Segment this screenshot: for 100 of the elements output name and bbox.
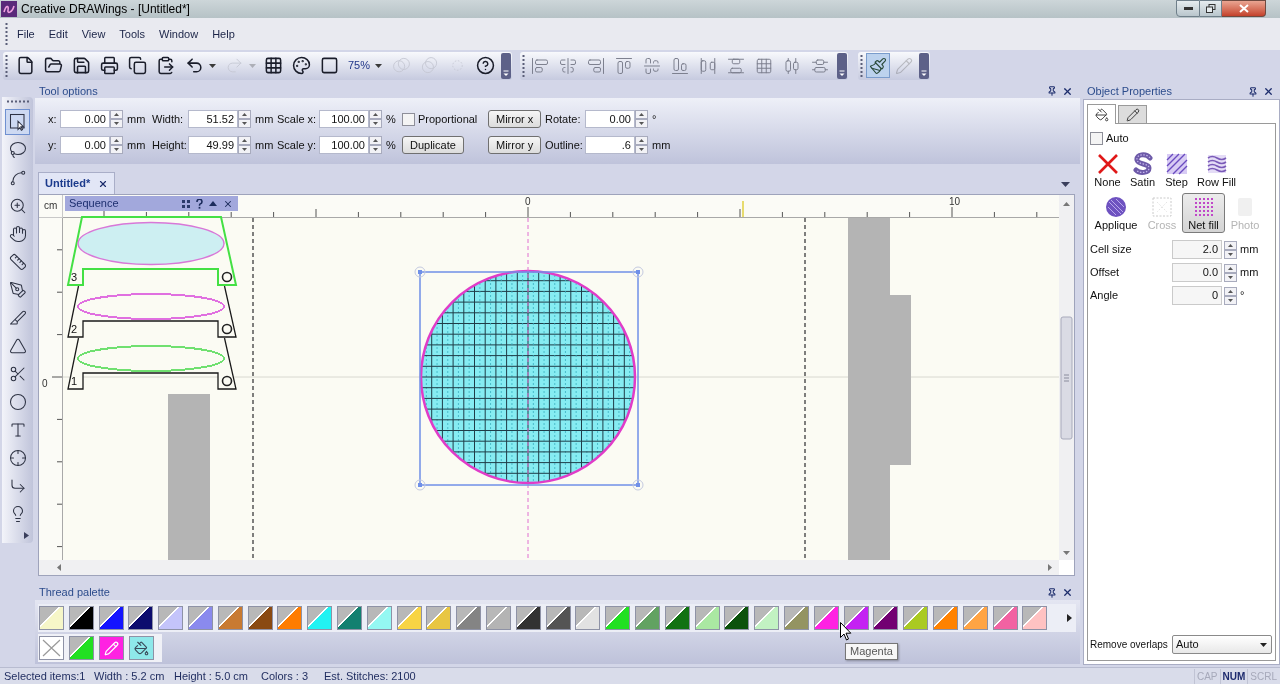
align-top-icon[interactable] [615, 56, 633, 75]
number-field[interactable]: 0.00 [60, 136, 110, 154]
menu-item[interactable]: Tools [112, 25, 153, 43]
panel-tab[interactable] [1118, 105, 1147, 123]
spin-buttons-icon[interactable] [1224, 263, 1237, 282]
option-button[interactable]: Duplicate [402, 136, 464, 154]
close-icon[interactable] [1062, 587, 1073, 598]
fill-type-button[interactable]: Satin [1125, 150, 1160, 190]
fill-type-button[interactable]: Applique [1090, 193, 1142, 233]
menu-item[interactable]: File [10, 25, 42, 43]
spin-buttons-icon[interactable] [369, 110, 382, 128]
number-field[interactable]: 0.00 [60, 110, 110, 128]
number-field[interactable]: 2.0 [1172, 240, 1222, 259]
distribute-horizontal-icon[interactable] [783, 56, 801, 75]
color-swatch-icon[interactable] [1022, 606, 1048, 630]
color-swatch-icon[interactable] [962, 606, 988, 630]
number-field[interactable]: 100.00 [319, 110, 369, 128]
number-field[interactable]: 51.52 [188, 110, 238, 128]
color-swatch-icon[interactable] [664, 606, 690, 630]
grip-icon[interactable] [860, 54, 863, 77]
close-icon[interactable] [223, 198, 233, 209]
color-swatch-icon[interactable] [188, 606, 213, 630]
menu-item[interactable]: Help [205, 25, 242, 43]
checkbox[interactable] [1090, 131, 1103, 145]
dropdown[interactable]: Auto [1172, 635, 1272, 654]
align-bottom-icon[interactable] [671, 56, 689, 75]
circle-icon[interactable] [221, 323, 233, 335]
close-button[interactable] [1222, 0, 1266, 17]
expand-arrow-icon[interactable] [24, 532, 29, 539]
collapse-arrow-icon[interactable] [209, 201, 217, 206]
toolbar-overflow-icon[interactable] [919, 52, 929, 79]
distribute-vertical-icon[interactable] [811, 56, 829, 75]
color-swatch-icon[interactable] [783, 606, 809, 630]
grip-icon[interactable] [5, 54, 8, 77]
pin-icon[interactable] [1248, 86, 1258, 97]
color-swatch-icon[interactable] [98, 606, 124, 630]
color-swatch-icon[interactable] [605, 606, 631, 630]
number-field[interactable]: 49.99 [188, 136, 238, 154]
spin-buttons-icon[interactable] [238, 110, 251, 128]
menu-item[interactable]: Edit [41, 25, 75, 43]
brush-button[interactable] [866, 53, 890, 78]
spin-buttons-icon[interactable] [1224, 286, 1237, 305]
toolbar-overflow-icon[interactable] [837, 52, 847, 79]
color-swatch-icon[interactable] [515, 606, 541, 630]
horizontal-scrollbar[interactable] [39, 560, 1059, 575]
color-swatch-icon[interactable] [724, 606, 750, 630]
color-swatch-icon[interactable] [873, 606, 899, 630]
color-swatch-icon[interactable] [158, 606, 184, 630]
color-swatch-icon[interactable] [575, 606, 601, 630]
dropdown-arrow-icon[interactable] [1260, 642, 1267, 647]
color-swatch-icon[interactable] [247, 606, 273, 630]
grip-icon[interactable] [5, 23, 8, 45]
color-swatch-icon[interactable] [932, 606, 958, 630]
close-icon[interactable] [1263, 86, 1274, 97]
color-swatch-icon[interactable] [545, 606, 571, 630]
no-color-swatch-icon[interactable] [39, 636, 64, 660]
grip-icon[interactable] [6, 100, 29, 103]
zoom-level[interactable]: 75% [348, 57, 370, 74]
number-field[interactable]: 100.00 [319, 136, 369, 154]
spin-buttons-icon[interactable] [635, 110, 648, 128]
align-middle-icon[interactable] [643, 56, 661, 75]
align-right-icon[interactable] [587, 56, 605, 75]
number-field[interactable]: 0.0 [1172, 263, 1222, 282]
document-tab-title[interactable]: Untitled* [45, 175, 91, 192]
color-swatch-icon[interactable] [69, 636, 94, 660]
number-field[interactable]: .6 [585, 136, 635, 154]
sequence-card[interactable] [65, 286, 238, 338]
grip-icon[interactable] [522, 54, 525, 77]
color-swatch-icon[interactable] [694, 606, 720, 630]
spin-buttons-icon[interactable] [110, 136, 123, 154]
spin-buttons-icon[interactable] [110, 110, 123, 128]
color-swatch-icon[interactable] [277, 606, 303, 630]
fill-type-button[interactable]: Row Fill [1193, 150, 1240, 190]
restore-button[interactable] [1200, 0, 1222, 17]
color-swatch-icon[interactable] [485, 606, 511, 630]
color-swatch-icon[interactable] [456, 606, 482, 630]
color-swatch-icon[interactable] [903, 606, 929, 630]
color-swatch-icon[interactable] [68, 606, 94, 630]
pin-icon[interactable] [1047, 587, 1057, 598]
color-swatch-icon[interactable] [813, 606, 839, 630]
color-swatch-icon[interactable] [128, 606, 154, 630]
grip-icon[interactable] [182, 199, 190, 208]
design-color-swatch[interactable] [99, 636, 124, 660]
menu-item[interactable]: View [74, 25, 113, 43]
color-swatch-icon[interactable] [366, 606, 392, 630]
vertical-scrollbar[interactable] [1059, 195, 1074, 560]
scroll-right-icon[interactable] [1067, 614, 1072, 622]
checkbox[interactable] [402, 112, 415, 126]
fill-type-button[interactable]: Step [1160, 150, 1193, 190]
align-center-icon[interactable] [559, 56, 577, 75]
question-mark-icon[interactable] [196, 198, 203, 209]
color-swatch-icon[interactable] [307, 606, 333, 630]
circle-icon[interactable] [221, 271, 233, 283]
pin-icon[interactable] [1047, 86, 1057, 96]
space-horizontal-icon[interactable] [699, 56, 717, 75]
design-color-swatch[interactable] [129, 636, 154, 660]
panel-tab[interactable] [1087, 104, 1116, 124]
option-button[interactable]: Mirror x [488, 110, 542, 128]
design-canvas[interactable] [63, 218, 1059, 560]
caret-icon[interactable] [375, 63, 382, 68]
